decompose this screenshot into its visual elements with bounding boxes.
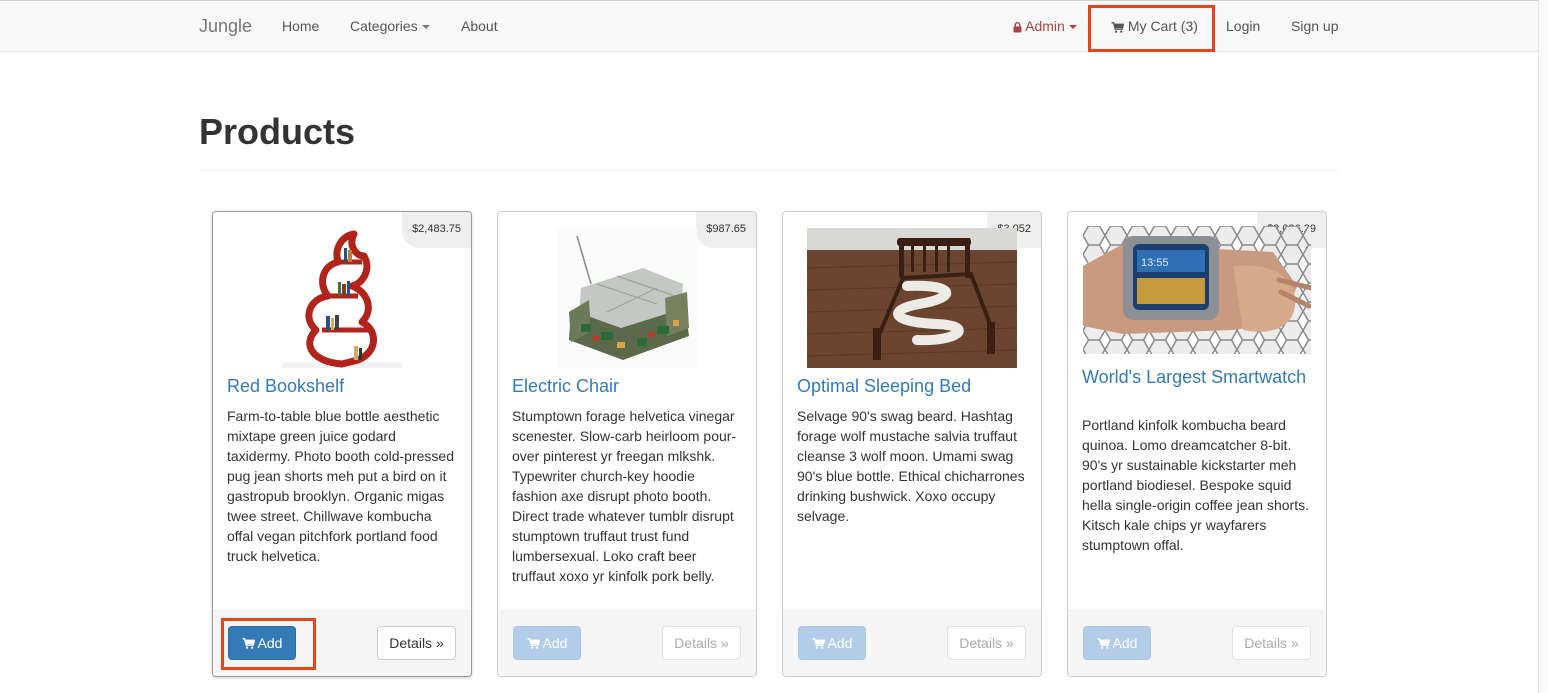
product-name-link[interactable]: Optimal Sleeping Bed <box>797 376 1027 396</box>
product-description: Selvage 90's swag beard. Hashtag forage … <box>797 408 1025 524</box>
product-description: Portland kinfolk kombucha beard quinoa. … <box>1082 417 1309 553</box>
product-description: Farm-to-table blue bottle aesthetic mixt… <box>227 408 454 564</box>
product-card: $987.65 Electric Chair Stumptown forage … <box>497 211 757 677</box>
nav-login[interactable]: Login <box>1226 18 1260 34</box>
product-card: $2,026.29 13:55 World's Largest Smartwat… <box>1067 211 1327 677</box>
nav-signup[interactable]: Sign up <box>1291 18 1338 34</box>
add-highlight-box <box>221 618 316 670</box>
lock-icon <box>1013 21 1022 33</box>
product-name-link[interactable]: Red Bookshelf <box>227 376 457 396</box>
product-card: $2,483.75 Red Bookshelf Farm-to-table bl… <box>212 211 472 677</box>
product-description: Stumptown forage helvetica vinegar scene… <box>512 408 737 584</box>
details-button[interactable]: Details » <box>1232 626 1311 660</box>
product-image[interactable]: 13:55 <box>1082 226 1312 354</box>
card-footer: Add Details » <box>498 610 756 676</box>
svg-text:13:55: 13:55 <box>1141 257 1169 269</box>
bookshelf-image <box>282 230 402 368</box>
cart-icon <box>527 637 540 649</box>
add-label: Add <box>1112 635 1138 651</box>
product-name-link[interactable]: Electric Chair <box>512 376 742 396</box>
nav-home[interactable]: Home <box>282 18 319 34</box>
nav-about[interactable]: About <box>461 18 498 34</box>
chevron-down-icon <box>421 25 430 30</box>
cart-highlight-box <box>1088 5 1215 52</box>
add-to-cart-button[interactable]: Add <box>1083 626 1151 660</box>
nav-admin-label: Admin <box>1025 18 1065 34</box>
product-card: $3,052 Optimal Sleeping Bed Selvage 90's… <box>782 211 1042 677</box>
product-image[interactable] <box>797 226 1027 370</box>
sleeping-bed-image <box>807 228 1017 368</box>
product-name-link[interactable]: World's Largest Smartwatch <box>1082 367 1312 387</box>
electric-chair-image <box>557 228 697 368</box>
cart-icon <box>812 637 825 649</box>
nav-categories-dropdown[interactable]: Categories <box>350 18 430 34</box>
add-label: Add <box>827 635 853 651</box>
add-to-cart-button[interactable]: Add <box>798 626 866 660</box>
details-button[interactable]: Details » <box>377 626 456 660</box>
add-to-cart-button[interactable]: Add <box>513 626 581 660</box>
smartwatch-image: 13:55 <box>1083 226 1311 354</box>
card-footer: Add Details » <box>1068 610 1326 676</box>
nav-categories-label: Categories <box>350 18 418 34</box>
add-label: Add <box>542 635 568 651</box>
divider <box>199 170 1339 171</box>
product-image[interactable] <box>512 226 742 370</box>
chevron-down-icon <box>1068 25 1077 30</box>
scrollbar[interactable] <box>1538 0 1548 693</box>
page-title: Products <box>199 111 356 152</box>
details-button[interactable]: Details » <box>947 626 1026 660</box>
brand-link[interactable]: Jungle <box>199 16 252 37</box>
card-footer: Add Details » <box>783 610 1041 676</box>
cart-icon <box>1097 637 1110 649</box>
navbar: Jungle Home Categories About Admin My Ca… <box>0 0 1538 52</box>
details-button[interactable]: Details » <box>662 626 741 660</box>
product-image[interactable] <box>227 226 457 370</box>
nav-admin-dropdown[interactable]: Admin <box>1013 18 1077 34</box>
